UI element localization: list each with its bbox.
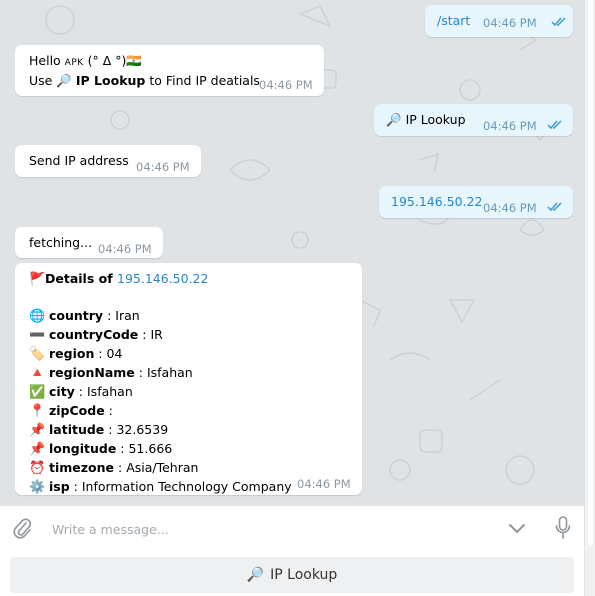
message-time: 04:46 PM	[259, 78, 313, 92]
timezone-icon: ⏰	[29, 461, 46, 476]
use-suffix-text: to Find IP deatials	[145, 73, 260, 88]
chevron-down-icon[interactable]	[508, 523, 526, 535]
message-input[interactable]	[52, 518, 472, 540]
details-title: 🚩Details of 195.146.50.22	[29, 270, 348, 289]
detail-value: 32.6539	[116, 422, 169, 437]
region-icon: 🏷️	[29, 347, 46, 362]
detail-value: Isfahan	[87, 384, 133, 399]
chat-area: /start 04:46 PM Hello APK (° Δ °)🇮🇳 Use …	[0, 0, 584, 505]
detail-label: longitude	[49, 441, 117, 456]
message-time: 04:46 PM	[297, 477, 351, 491]
message-time: 04:46 PM	[98, 242, 152, 256]
detail-row: ✅ city : Isfahan	[29, 383, 348, 402]
hello-text: Hello	[29, 53, 65, 68]
detail-separator: :	[138, 327, 151, 342]
message-composer	[0, 505, 584, 552]
message-incoming-details: 🚩Details of 195.146.50.22 🌐 country : Ira…	[15, 263, 362, 495]
scrollbar-thumb[interactable]	[588, 0, 593, 545]
detail-value: Iran	[115, 308, 140, 323]
detail-value: IR	[150, 327, 163, 342]
details-title-text: Details of	[45, 271, 118, 286]
detail-separator: :	[103, 308, 116, 323]
india-flag-icon: 🇮🇳	[126, 53, 142, 68]
detail-label: city	[49, 384, 75, 399]
detail-value: Asia/Tehran	[126, 460, 199, 475]
paperclip-icon[interactable]	[12, 517, 32, 539]
detail-row: 🔺 regionName : Isfahan	[29, 364, 348, 383]
scrollbar[interactable]	[584, 0, 595, 596]
detail-label: countryCode	[49, 327, 139, 342]
detail-label: latitude	[49, 422, 105, 437]
detail-value: 51.666	[128, 441, 173, 456]
zipcode-icon: 📍	[29, 404, 46, 419]
start-command-link[interactable]: /start	[437, 13, 470, 28]
ip-lookup-keyboard-button[interactable]: 🔎 IP Lookup	[10, 557, 574, 593]
detail-separator: :	[94, 346, 107, 361]
latitude-icon: 📌	[29, 423, 46, 438]
countrycode-icon: ➖	[29, 328, 46, 343]
double-check-icon	[547, 202, 562, 212]
detail-label: regionName	[49, 365, 135, 380]
detail-value: Isfahan	[146, 365, 193, 380]
message-outgoing-start: /start 04:46 PM	[425, 5, 573, 37]
message-outgoing-ip: 195.146.50.22 04:46 PM	[379, 186, 573, 218]
use-text: Use	[29, 73, 57, 88]
ip-lookup-text: IP Lookup	[405, 112, 466, 127]
detail-row: 🌐 country : Iran	[29, 307, 348, 326]
keyboard-button-label: IP Lookup	[270, 567, 338, 583]
double-check-icon	[547, 120, 562, 130]
message-incoming-send-ip: Send IP address 04:46 PM	[15, 145, 201, 177]
detail-row: 📌 longitude : 51.666	[29, 440, 348, 459]
message-incoming-fetching: fetching... 04:46 PM	[15, 227, 163, 258]
detail-separator: :	[134, 365, 147, 380]
isp-icon: ⚙️	[29, 480, 46, 495]
detail-label: isp	[49, 479, 70, 494]
detail-separator: :	[114, 460, 127, 475]
longitude-icon: 📌	[29, 442, 46, 457]
fetching-text: fetching...	[29, 235, 93, 250]
ip-lookup-label: IP Lookup	[75, 73, 146, 88]
detail-row: ➖ countryCode : IR	[29, 326, 348, 345]
microphone-icon[interactable]	[555, 516, 571, 540]
ip-address-link[interactable]: 195.146.50.22	[391, 194, 482, 209]
message-incoming-hello: Hello APK (° Δ °)🇮🇳 Use 🔎 IP Lookup to F…	[15, 45, 324, 96]
message-time: 04:46 PM	[483, 201, 537, 215]
detail-separator: :	[69, 479, 82, 494]
regionname-icon: 🔺	[29, 366, 46, 381]
user-name: APK	[64, 58, 84, 68]
hello-face: (° Δ °)	[83, 53, 127, 68]
double-check-icon	[551, 17, 566, 27]
message-time: 04:46 PM	[136, 160, 190, 174]
country-icon: 🌐	[29, 309, 46, 324]
detail-separator: :	[74, 384, 87, 399]
details-list: 🌐 country : Iran ➖ countryCode : IR 🏷️ region…	[29, 307, 348, 497]
city-icon: ✅	[29, 385, 46, 400]
detail-separator: :	[116, 441, 129, 456]
send-ip-text: Send IP address	[29, 153, 129, 168]
message-time: 04:46 PM	[483, 119, 537, 133]
detail-row: 🏷️ region : 04	[29, 345, 348, 364]
detail-label: zipCode	[49, 403, 105, 418]
detail-row: 📌 latitude : 32.6539	[29, 421, 348, 440]
message-outgoing-ip-lookup: 🔎 IP Lookup 04:46 PM	[374, 104, 573, 136]
magnifier-icon: 🔎	[246, 567, 265, 583]
details-ip-link[interactable]: 195.146.50.22	[117, 271, 208, 286]
detail-separator: :	[104, 422, 117, 437]
magnifier-icon: 🔎	[386, 112, 402, 127]
detail-row: 📍 zipCode :	[29, 402, 348, 421]
message-time: 04:46 PM	[483, 16, 537, 30]
detail-separator: :	[104, 403, 117, 418]
detail-value: Information Technology Company	[81, 479, 292, 494]
detail-label: timezone	[49, 460, 115, 475]
bot-keyboard: 🔎 IP Lookup	[0, 552, 584, 596]
detail-label: region	[49, 346, 95, 361]
red-flag-icon: 🚩	[29, 272, 46, 287]
detail-value: 04	[106, 346, 123, 361]
hello-line: Hello APK (° Δ °)🇮🇳	[29, 52, 310, 72]
detail-label: country	[49, 308, 104, 323]
magnifier-icon: 🔎	[56, 73, 72, 88]
